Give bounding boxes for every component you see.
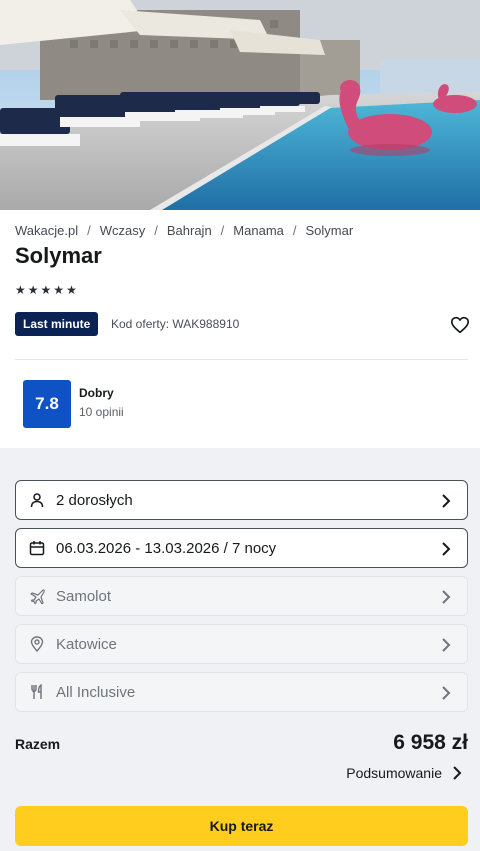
rating-score: 7.8 — [23, 380, 71, 428]
chevron-right-icon — [442, 638, 451, 652]
transport-selector[interactable]: Samolot — [15, 576, 468, 616]
breadcrumb-item[interactable]: Manama — [233, 223, 284, 238]
calendar-icon — [29, 541, 45, 556]
hotel-photo[interactable] — [0, 0, 480, 210]
breadcrumb-separator: / — [87, 223, 91, 238]
person-icon — [30, 493, 44, 508]
dates-selector[interactable]: 06.03.2026 - 13.03.2026 / 7 nocy — [15, 528, 468, 568]
total-label: Razem — [15, 736, 61, 752]
total-price: 6 958 zł — [393, 731, 468, 754]
travelers-selector[interactable]: 2 dorosłych — [15, 480, 468, 520]
breadcrumb-item[interactable]: Wczasy — [100, 223, 146, 238]
breadcrumb-separator: / — [292, 223, 297, 238]
board-value: All Inclusive — [56, 683, 136, 701]
chevron-right-icon — [453, 766, 462, 780]
hotel-name: Solymar — [15, 243, 102, 268]
summary-label: Podsumowanie — [346, 765, 442, 781]
location-pin-icon — [30, 636, 44, 652]
star-rating: ★ ★ ★ ★ ★ — [15, 284, 77, 296]
heart-icon[interactable] — [450, 316, 470, 334]
offer-code: Kod oferty: WAK988910 — [111, 317, 240, 331]
divider — [15, 359, 468, 360]
chevron-right-icon — [442, 686, 451, 700]
breadcrumb-separator: / — [220, 223, 225, 238]
airplane-icon — [30, 589, 45, 604]
reviews-count[interactable]: 10 opinii — [79, 405, 124, 419]
transport-value: Samolot — [56, 587, 112, 605]
rating-label: Dobry — [79, 386, 114, 400]
breadcrumb-item[interactable]: Wakacje.pl — [15, 223, 78, 238]
star-icon: ★ — [53, 283, 65, 297]
departure-value: Katowice — [56, 635, 117, 653]
breadcrumb-separator: / — [154, 223, 158, 238]
star-icon: ★ — [40, 283, 52, 297]
breadcrumb-item[interactable]: Solymar — [306, 223, 354, 238]
star-icon: ★ — [66, 283, 77, 297]
cutlery-icon — [31, 684, 42, 699]
departure-selector[interactable]: Katowice — [15, 624, 468, 664]
buy-now-button[interactable]: Kup teraz — [15, 806, 468, 846]
breadcrumb: Wakacje.pl / Wczasy / Bahrajn / Manama /… — [15, 223, 353, 238]
dates-value: 06.03.2026 - 13.03.2026 / 7 nocy — [56, 539, 277, 557]
chevron-right-icon — [442, 494, 451, 508]
star-icon: ★ — [27, 283, 39, 297]
chevron-right-icon — [442, 542, 451, 556]
hotel-info-card: Wakacje.pl / Wczasy / Bahrajn / Manama /… — [0, 210, 480, 448]
last-minute-badge: Last minute — [15, 312, 99, 336]
chevron-right-icon — [442, 590, 451, 604]
breadcrumb-item[interactable]: Bahrajn — [167, 223, 212, 238]
board-selector[interactable]: All Inclusive — [15, 672, 468, 712]
summary-link[interactable]: Podsumowanie — [346, 765, 462, 781]
travelers-value: 2 dorosłych — [56, 491, 133, 509]
star-icon: ★ — [15, 283, 26, 297]
